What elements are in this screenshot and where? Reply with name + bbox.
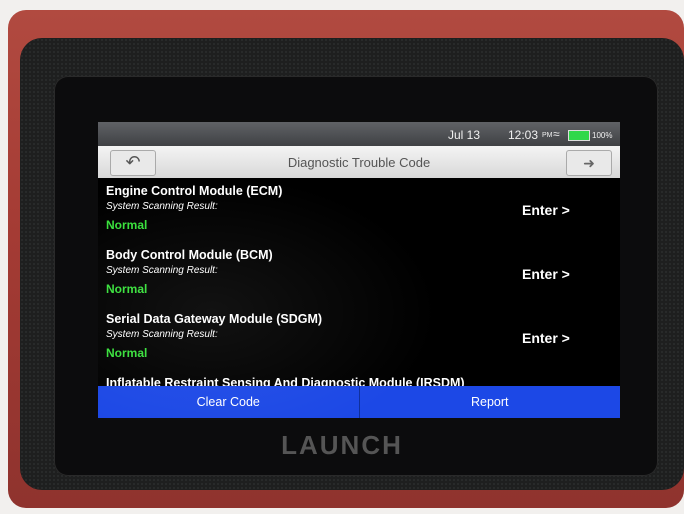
module-name: Engine Control Module (ECM) xyxy=(106,184,283,198)
action-bar: Clear Code Report xyxy=(98,386,620,418)
list-item-irsdm[interactable]: Inflatable Restraint Sensing And Diagnos… xyxy=(98,376,620,386)
scan-result-label: System Scanning Result: xyxy=(106,201,218,212)
title-bar: ↶ Diagnostic Trouble Code ➜ xyxy=(98,146,620,178)
report-button[interactable]: Report xyxy=(360,386,621,418)
scan-result-label: System Scanning Result: xyxy=(106,329,218,340)
status-badge: Normal xyxy=(106,282,148,296)
page-title: Diagnostic Trouble Code xyxy=(287,155,431,170)
battery-percent: 100% xyxy=(592,131,613,140)
list-item-bcm[interactable]: Body Control Module (BCM) System Scannin… xyxy=(98,242,620,306)
enter-button[interactable]: Enter > xyxy=(522,202,570,218)
enter-button[interactable]: Enter > xyxy=(522,266,570,282)
clear-code-button[interactable]: Clear Code xyxy=(98,386,359,418)
module-list: Engine Control Module (ECM) System Scann… xyxy=(98,178,620,386)
exit-button[interactable]: ➜ xyxy=(566,150,612,176)
status-time: 12:03 xyxy=(508,128,539,142)
status-ampm: PM xyxy=(542,132,553,139)
status-date: Jul 13 xyxy=(448,128,481,142)
exit-icon: ➜ xyxy=(583,155,595,171)
brand-logo: LAUNCH xyxy=(281,430,403,460)
device-screen: Jul 13 12:03 PM ≈ 100% ↶ Diagnostic Trou… xyxy=(98,122,620,418)
status-bar: Jul 13 12:03 PM ≈ 100% xyxy=(98,122,620,146)
module-name: Inflatable Restraint Sensing And Diagnos… xyxy=(106,376,465,386)
wifi-icon: ≈ xyxy=(553,127,560,141)
list-item-sdgm[interactable]: Serial Data Gateway Module (SDGM) System… xyxy=(98,306,620,370)
scan-result-label: System Scanning Result: xyxy=(106,265,218,276)
battery-icon xyxy=(568,130,590,141)
enter-button[interactable]: Enter > xyxy=(522,330,570,346)
list-item-ecm[interactable]: Engine Control Module (ECM) System Scann… xyxy=(98,178,620,242)
status-badge: Normal xyxy=(106,218,148,232)
module-name: Serial Data Gateway Module (SDGM) xyxy=(106,312,323,326)
status-badge: Normal xyxy=(106,346,148,360)
module-name: Body Control Module (BCM) xyxy=(106,248,273,262)
